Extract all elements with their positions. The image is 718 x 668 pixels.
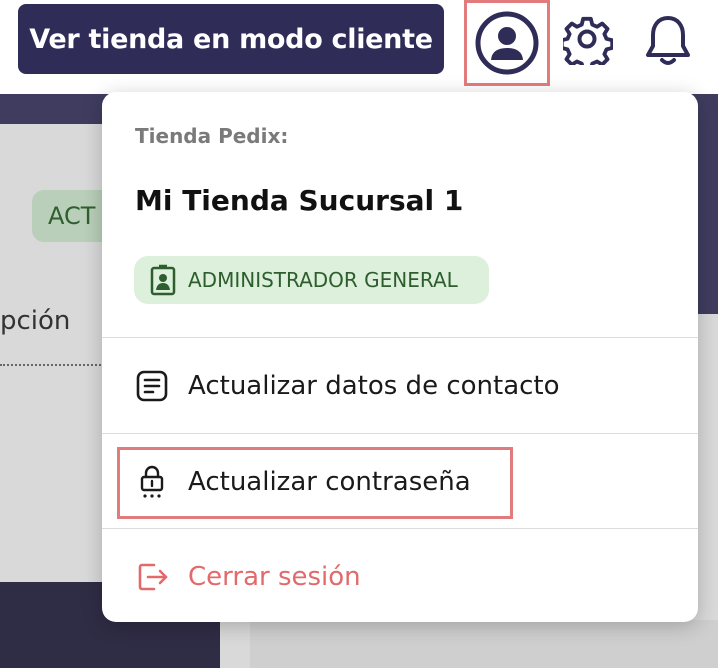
menu-divider: [102, 433, 698, 434]
id-badge-icon: [150, 264, 176, 296]
gear-icon: [563, 15, 613, 65]
update-password-label: Actualizar contraseña: [188, 467, 471, 497]
user-circle-icon: [474, 10, 540, 76]
settings-button[interactable]: [560, 12, 616, 68]
update-contact-item[interactable]: Actualizar datos de contacto: [134, 361, 560, 411]
role-badge: ADMINISTRADOR GENERAL: [134, 256, 489, 304]
user-dropdown: Tienda Pedix: Mi Tienda Sucursal 1 ADMIN…: [102, 92, 698, 622]
lock-icon: [134, 464, 170, 500]
menu-divider: [102, 337, 698, 338]
store-name: Mi Tienda Sucursal 1: [135, 184, 464, 217]
update-contact-label: Actualizar datos de contacto: [188, 371, 560, 401]
role-badge-label: ADMINISTRADOR GENERAL: [188, 268, 458, 292]
user-menu-button[interactable]: [464, 0, 550, 86]
column-label: pción: [0, 306, 71, 336]
view-store-button[interactable]: Ver tienda en modo cliente: [18, 4, 444, 74]
logout-item[interactable]: Cerrar sesión: [134, 552, 361, 602]
update-password-item[interactable]: Actualizar contraseña: [134, 457, 471, 507]
bell-icon: [643, 13, 693, 67]
top-bar: Ver tienda en modo cliente: [0, 0, 718, 94]
logout-icon: [134, 559, 170, 595]
store-caption: Tienda Pedix:: [135, 124, 289, 148]
bottom-area: [250, 620, 718, 668]
notifications-button[interactable]: [640, 10, 696, 70]
menu-divider: [102, 528, 698, 529]
dotted-divider: [0, 364, 104, 366]
logout-label: Cerrar sesión: [188, 562, 361, 592]
document-icon: [134, 368, 170, 404]
